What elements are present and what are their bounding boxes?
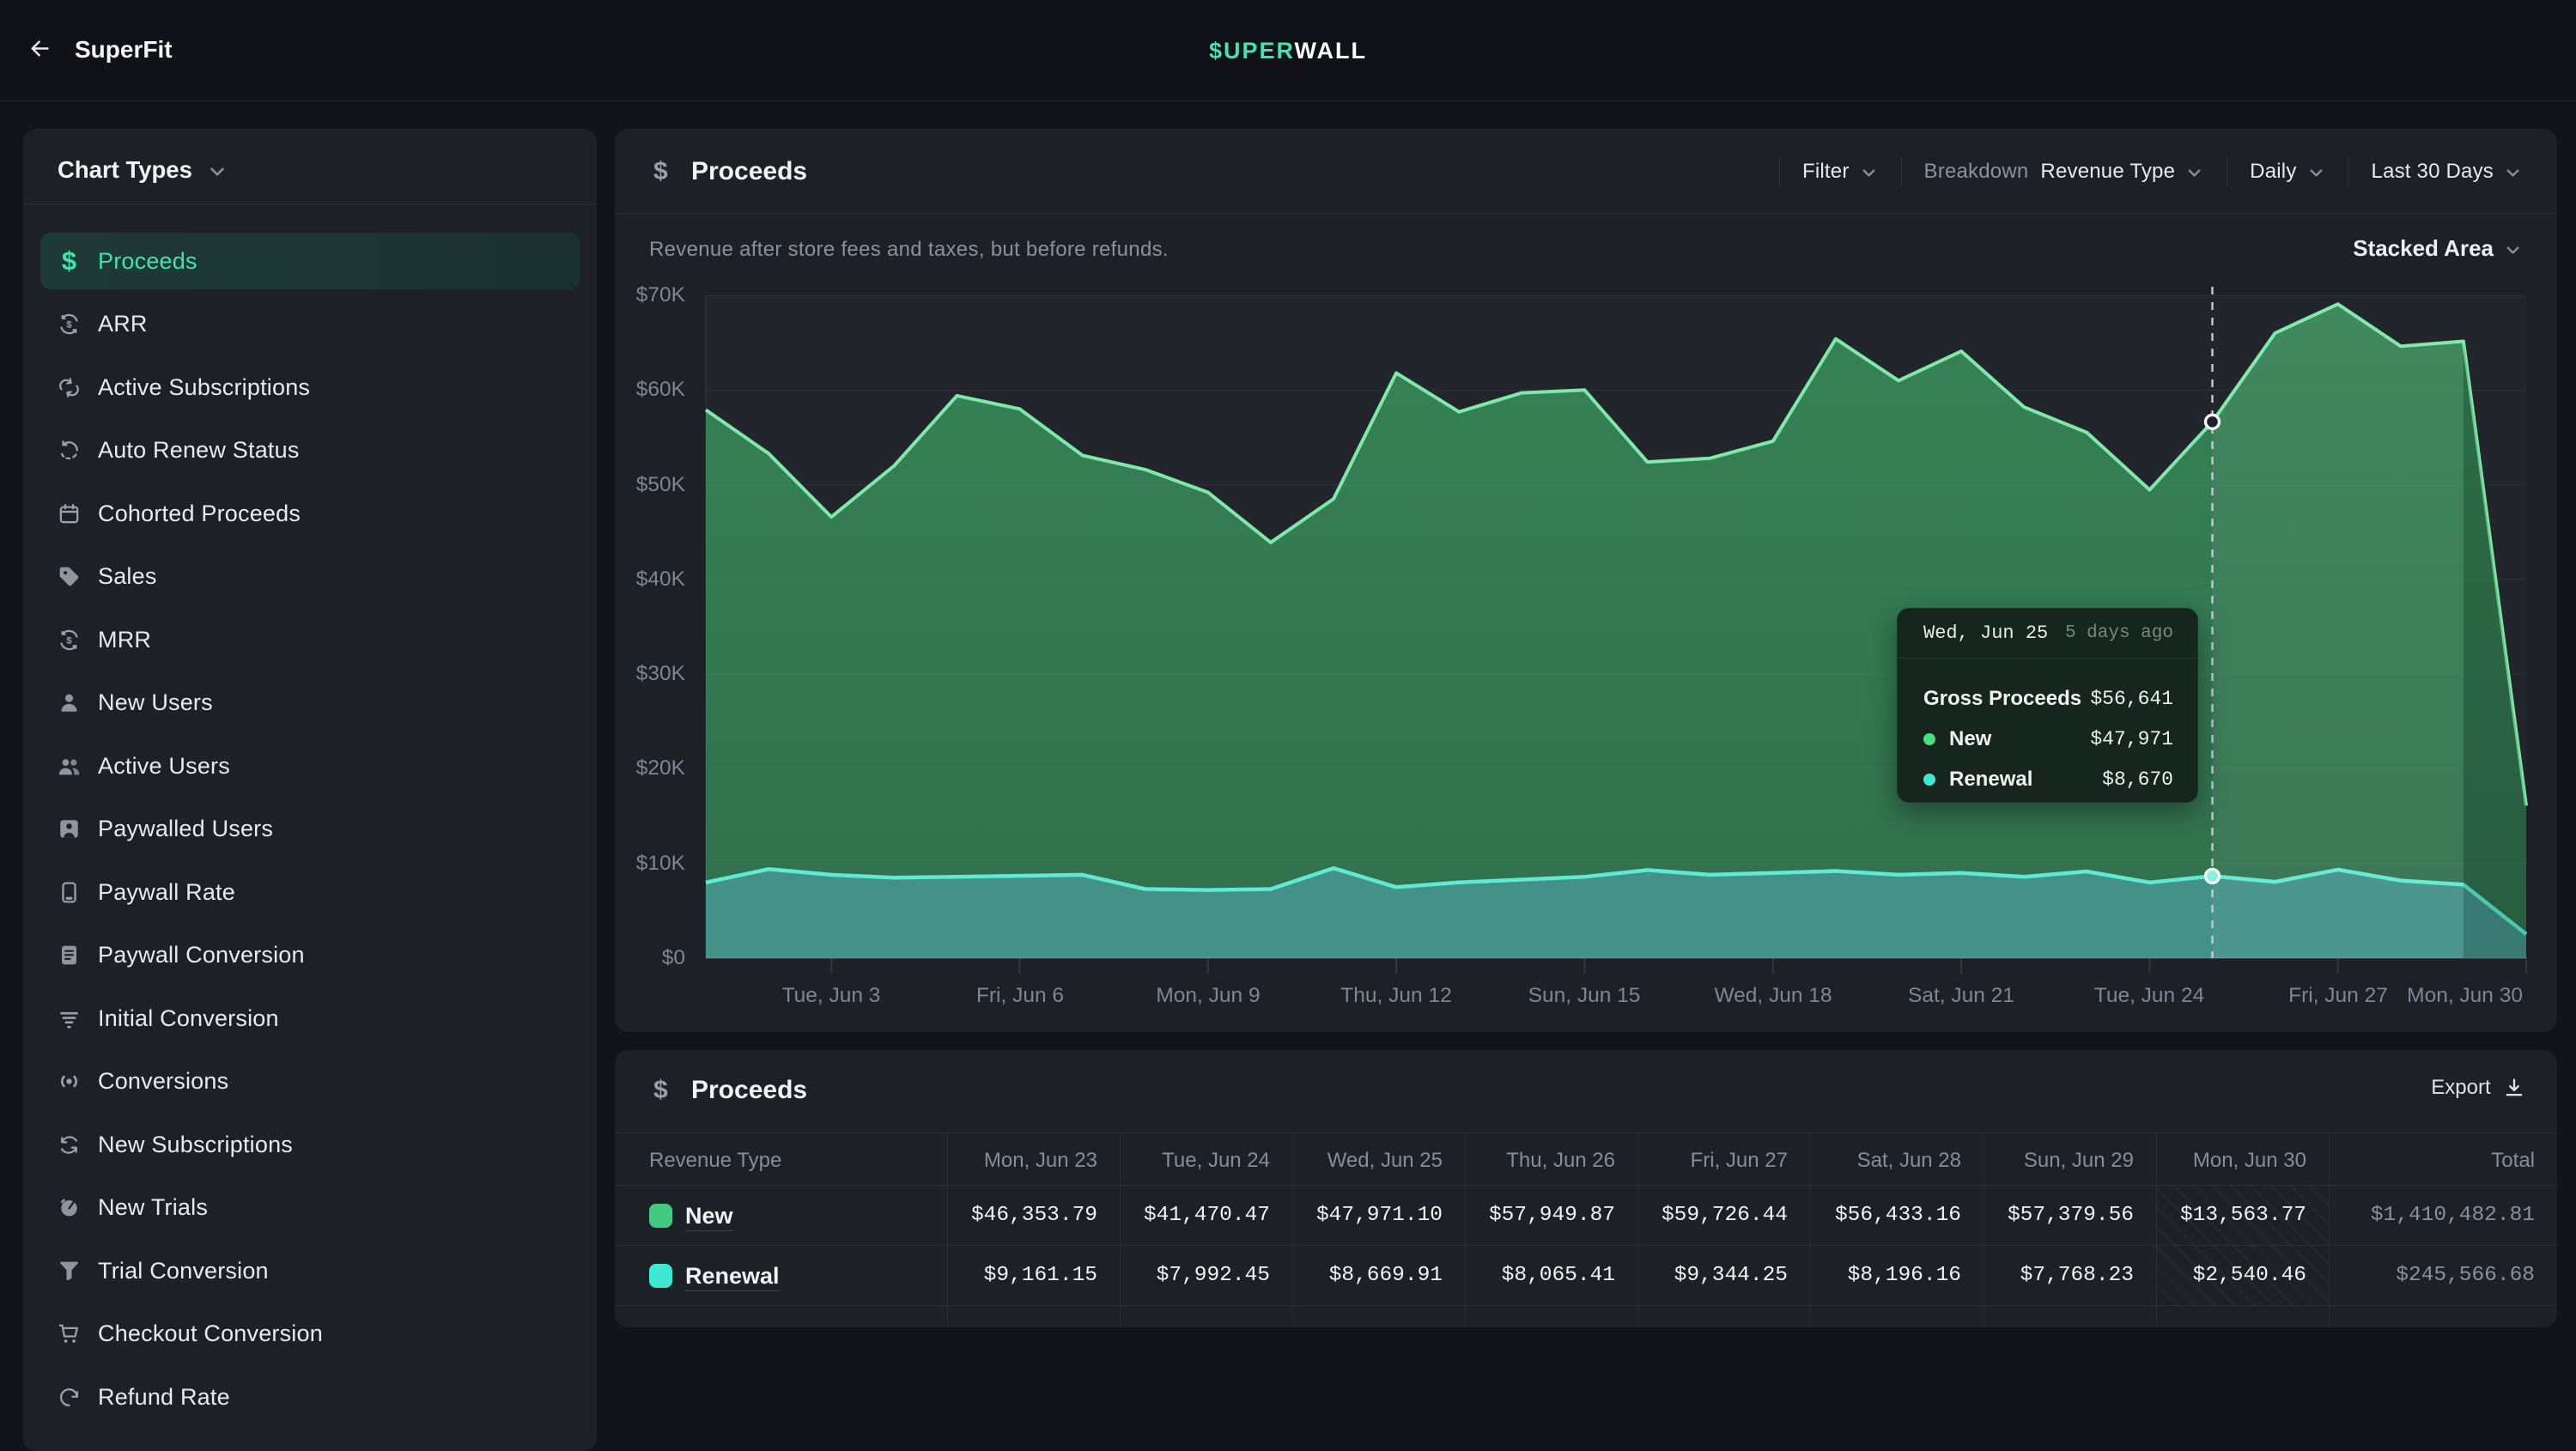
svg-text:$: $ <box>66 319 72 330</box>
svg-text:$: $ <box>66 635 72 646</box>
